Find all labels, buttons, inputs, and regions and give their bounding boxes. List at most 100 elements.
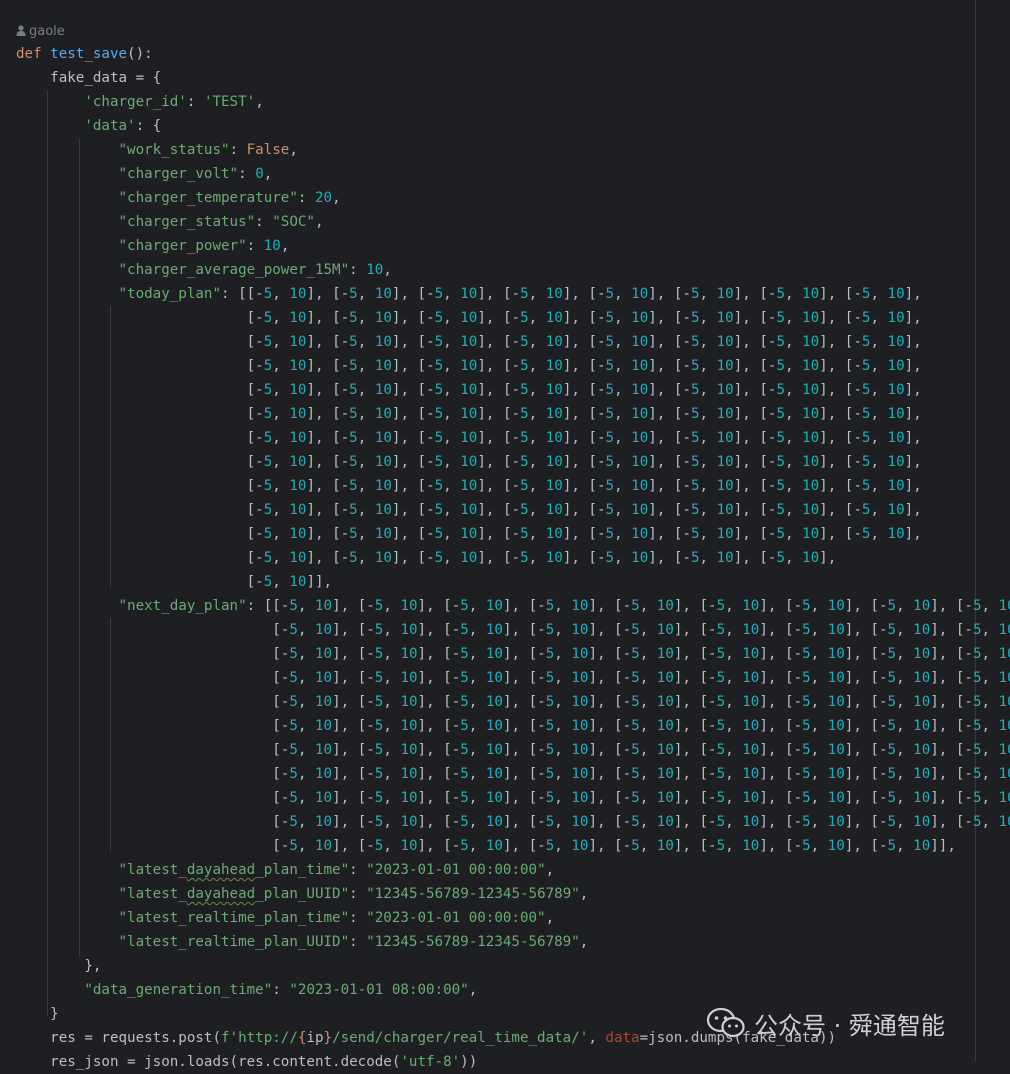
- code-token: ,: [725, 718, 743, 734]
- code-token: ], [-: [306, 502, 350, 518]
- code-token: ,: [554, 838, 572, 854]
- code-token: ], [-: [391, 406, 435, 422]
- code-line[interactable]: [-5, 10], [-5, 10], [-5, 10], [-5, 10], …: [16, 474, 922, 498]
- code-token: ,: [528, 502, 546, 518]
- code-line[interactable]: "latest_realtime_plan_UUID": "12345-5678…: [16, 930, 589, 954]
- code-line[interactable]: "charger_temperature": 20,: [16, 186, 341, 210]
- code-line[interactable]: [-5, 10], [-5, 10], [-5, 10], [-5, 10], …: [16, 306, 922, 330]
- code-token: "12345-56789-12345-56789": [366, 886, 580, 902]
- code-line[interactable]: [-5, 10], [-5, 10], [-5, 10], [-5, 10], …: [16, 402, 922, 426]
- code-token: 10: [716, 310, 734, 326]
- code-token: 10: [314, 790, 333, 806]
- code-token: 10: [742, 670, 760, 686]
- code-line[interactable]: "latest_dayahead_plan_UUID": "12345-5678…: [16, 882, 589, 906]
- code-line[interactable]: "charger_power": 10,: [16, 234, 290, 258]
- right-margin-guide: [975, 0, 976, 1062]
- code-line[interactable]: 'data': {: [16, 114, 161, 138]
- code-token: 10: [716, 478, 734, 494]
- code-line[interactable]: "latest_dayahead_plan_time": "2023-01-01…: [16, 858, 555, 882]
- code-token: ], [-: [930, 598, 973, 614]
- code-token: 5: [349, 454, 358, 470]
- code-token: ,: [725, 694, 743, 710]
- code-token: 10: [802, 478, 820, 494]
- code-line[interactable]: [-5, 10], [-5, 10], [-5, 10], [-5, 10], …: [16, 738, 1010, 762]
- code-token: ,: [297, 790, 315, 806]
- code-token: ], [-: [562, 382, 606, 398]
- code-line[interactable]: [-5, 10], [-5, 10], [-5, 10], [-5, 10], …: [16, 690, 1010, 714]
- code-line[interactable]: [-5, 10]],: [16, 570, 332, 594]
- code-line[interactable]: "data_generation_time": "2023-01-01 08:0…: [16, 978, 477, 1002]
- code-token: "charger_temperature": [118, 190, 298, 206]
- code-line[interactable]: "charger_status": "SOC",: [16, 210, 324, 234]
- code-token: ,: [383, 718, 401, 734]
- code-token: [-: [16, 478, 264, 494]
- code-token: 10: [485, 838, 503, 854]
- code-token: 5: [887, 838, 897, 854]
- code-line[interactable]: }: [16, 1002, 59, 1026]
- code-line[interactable]: [-5, 10], [-5, 10], [-5, 10], [-5, 10], …: [16, 450, 922, 474]
- code-line[interactable]: "next_day_plan": [[-5, 10], [-5, 10], [-…: [16, 594, 1010, 618]
- code-line[interactable]: [-5, 10], [-5, 10], [-5, 10], [-5, 10], …: [16, 330, 922, 354]
- code-token: ,: [699, 358, 717, 374]
- code-token: ,: [272, 358, 290, 374]
- code-token: 10: [631, 310, 649, 326]
- code-line[interactable]: "charger_average_power_15M": 10,: [16, 258, 392, 282]
- code-line[interactable]: [-5, 10], [-5, 10], [-5, 10], [-5, 10], …: [16, 354, 922, 378]
- code-line[interactable]: [-5, 10], [-5, 10], [-5, 10], [-5, 10], …: [16, 522, 922, 546]
- code-token: 5: [289, 670, 298, 686]
- code-token: ,: [784, 478, 803, 494]
- code-token: [-: [16, 766, 290, 782]
- code-line[interactable]: [-5, 10], [-5, 10], [-5, 10], [-5, 10], …: [16, 810, 1010, 834]
- code-token: 10: [802, 310, 820, 326]
- code-line[interactable]: },: [16, 954, 101, 978]
- code-token: 10: [998, 598, 1010, 614]
- code-token: ,: [357, 478, 375, 494]
- author-hint[interactable]: gaole: [16, 22, 65, 42]
- code-token: ,: [870, 358, 888, 374]
- code-line[interactable]: [-5, 10], [-5, 10], [-5, 10], [-5, 10], …: [16, 426, 922, 450]
- code-token: 5: [690, 526, 700, 542]
- code-line[interactable]: "work_status": False,: [16, 138, 298, 162]
- code-line[interactable]: [-5, 10], [-5, 10], [-5, 10], [-5, 10], …: [16, 786, 1010, 810]
- code-token: ,: [725, 646, 743, 662]
- code-token: ,: [699, 334, 717, 350]
- code-editor[interactable]: gaole def test_save(): fake_data = { 'ch…: [0, 0, 1010, 1070]
- code-line[interactable]: "charger_volt": 0,: [16, 162, 273, 186]
- code-line[interactable]: [-5, 10], [-5, 10], [-5, 10], [-5, 10], …: [16, 762, 1010, 786]
- code-token: ,: [896, 598, 914, 614]
- code-token: 5: [972, 694, 982, 710]
- code-token: 10: [571, 718, 589, 734]
- code-token: 10: [400, 694, 418, 710]
- code-line[interactable]: [-5, 10], [-5, 10], [-5, 10], [-5, 10], …: [16, 666, 1010, 690]
- code-token: 5: [887, 670, 897, 686]
- code-token: ,: [528, 454, 546, 470]
- code-line[interactable]: [-5, 10], [-5, 10], [-5, 10], [-5, 10], …: [16, 378, 922, 402]
- code-line[interactable]: [-5, 10], [-5, 10], [-5, 10], [-5, 10], …: [16, 834, 956, 858]
- code-line[interactable]: [-5, 10], [-5, 10], [-5, 10], [-5, 10], …: [16, 498, 922, 522]
- code-line[interactable]: "today_plan": [[-5, 10], [-5, 10], [-5, …: [16, 282, 922, 306]
- code-token: 10: [998, 742, 1010, 758]
- code-line[interactable]: fake_data = {: [16, 66, 161, 90]
- code-token: 10: [742, 694, 760, 710]
- code-line[interactable]: [-5, 10], [-5, 10], [-5, 10], [-5, 10], …: [16, 714, 1010, 738]
- code-token: 5: [887, 742, 897, 758]
- code-token: 10: [485, 622, 503, 638]
- code-token: 5: [802, 814, 811, 830]
- code-line[interactable]: [-5, 10], [-5, 10], [-5, 10], [-5, 10], …: [16, 546, 837, 570]
- code-line[interactable]: "latest_realtime_plan_time": "2023-01-01…: [16, 906, 555, 930]
- code-token: ,: [528, 382, 546, 398]
- code-token: 10: [485, 742, 503, 758]
- code-token: ], [-: [417, 622, 461, 638]
- code-token: 10: [485, 694, 503, 710]
- code-line[interactable]: [-5, 10], [-5, 10], [-5, 10], [-5, 10], …: [16, 618, 1010, 642]
- code-token: "latest_: [118, 862, 187, 878]
- code-token: 5: [520, 310, 529, 326]
- code-token: ], [-: [391, 430, 435, 446]
- code-token: ,: [545, 862, 555, 878]
- code-line[interactable]: res_json = json.loads(res.content.decode…: [16, 1050, 477, 1074]
- code-line[interactable]: 'charger_id': 'TEST',: [16, 90, 263, 114]
- code-line[interactable]: def test_save():: [16, 42, 153, 66]
- code-line[interactable]: [-5, 10], [-5, 10], [-5, 10], [-5, 10], …: [16, 642, 1010, 666]
- code-token: ,: [981, 742, 999, 758]
